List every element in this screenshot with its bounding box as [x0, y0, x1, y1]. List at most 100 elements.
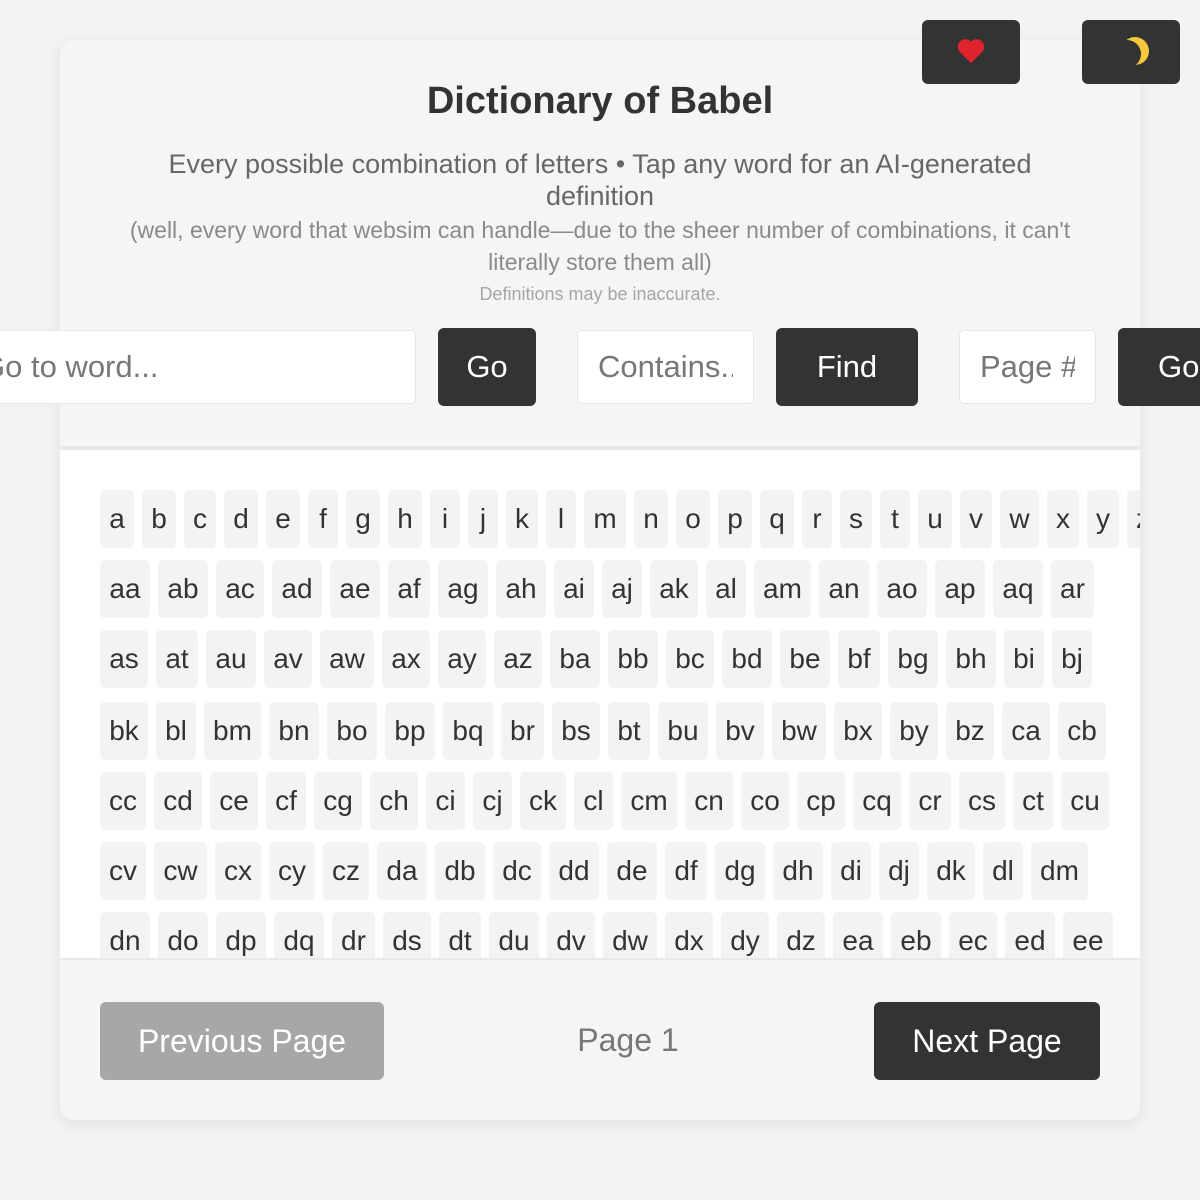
word-chip[interactable]: ai: [554, 560, 594, 618]
word-chip[interactable]: l: [546, 490, 576, 548]
word-chip[interactable]: aw: [320, 630, 374, 688]
word-chip[interactable]: a: [100, 490, 134, 548]
word-chip[interactable]: ad: [272, 560, 322, 618]
word-chip[interactable]: bo: [327, 702, 377, 760]
word-chip[interactable]: av: [264, 630, 312, 688]
word-chip[interactable]: do: [158, 912, 208, 958]
word-chip[interactable]: dr: [332, 912, 375, 958]
word-chip[interactable]: e: [266, 490, 300, 548]
word-chip[interactable]: y: [1087, 490, 1119, 548]
word-chip[interactable]: df: [665, 842, 707, 900]
word-chip[interactable]: ci: [426, 772, 465, 830]
word-chip[interactable]: ch: [370, 772, 418, 830]
word-chip[interactable]: ah: [496, 560, 546, 618]
word-chip[interactable]: cv: [100, 842, 146, 900]
word-chip[interactable]: as: [100, 630, 148, 688]
word-chip[interactable]: bu: [658, 702, 708, 760]
word-chip[interactable]: dq: [274, 912, 324, 958]
word-chip[interactable]: db: [435, 842, 485, 900]
word-chip[interactable]: dd: [549, 842, 599, 900]
word-chip[interactable]: t: [880, 490, 910, 548]
word-chip[interactable]: o: [676, 490, 710, 548]
contains-input[interactable]: [577, 330, 754, 404]
word-chip[interactable]: v: [960, 490, 992, 548]
word-chip[interactable]: bf: [838, 630, 880, 688]
word-chip[interactable]: d: [224, 490, 258, 548]
word-chip[interactable]: aa: [100, 560, 150, 618]
word-chip[interactable]: ec: [949, 912, 997, 958]
word-chip[interactable]: bc: [666, 630, 714, 688]
find-button[interactable]: Find: [776, 328, 918, 406]
word-chip[interactable]: dy: [721, 912, 769, 958]
word-chip[interactable]: bq: [443, 702, 493, 760]
word-chip[interactable]: bh: [946, 630, 996, 688]
word-chip[interactable]: cy: [269, 842, 315, 900]
word-chip[interactable]: ab: [158, 560, 208, 618]
word-chip[interactable]: al: [706, 560, 746, 618]
word-chip[interactable]: af: [388, 560, 430, 618]
word-chip[interactable]: dp: [216, 912, 266, 958]
word-chip[interactable]: bw: [772, 702, 826, 760]
word-chip[interactable]: q: [760, 490, 794, 548]
word-chip[interactable]: bg: [888, 630, 938, 688]
word-chip[interactable]: cd: [154, 772, 202, 830]
word-chip[interactable]: dk: [927, 842, 975, 900]
word-chip[interactable]: ak: [650, 560, 698, 618]
word-chip[interactable]: dm: [1031, 842, 1088, 900]
word-chip[interactable]: cn: [685, 772, 733, 830]
word-chip[interactable]: k: [506, 490, 538, 548]
word-chip[interactable]: bp: [385, 702, 435, 760]
word-chip[interactable]: c: [184, 490, 216, 548]
word-chip[interactable]: dw: [603, 912, 657, 958]
goto-page-button[interactable]: Go: [1118, 328, 1200, 406]
word-chip[interactable]: au: [206, 630, 256, 688]
word-chip[interactable]: ce: [210, 772, 258, 830]
word-chip[interactable]: dx: [665, 912, 713, 958]
word-chip[interactable]: ae: [330, 560, 380, 618]
word-chip[interactable]: r: [802, 490, 832, 548]
word-chip[interactable]: n: [634, 490, 668, 548]
word-chip[interactable]: cg: [314, 772, 362, 830]
word-chip[interactable]: bz: [946, 702, 994, 760]
word-chip[interactable]: ar: [1051, 560, 1094, 618]
word-chip[interactable]: de: [607, 842, 657, 900]
word-chip[interactable]: cj: [473, 772, 512, 830]
favorite-button[interactable]: [922, 20, 1020, 84]
word-chip[interactable]: dj: [879, 842, 919, 900]
word-chip[interactable]: bn: [269, 702, 319, 760]
word-chip[interactable]: di: [831, 842, 871, 900]
word-chip[interactable]: ds: [383, 912, 431, 958]
word-chip[interactable]: z: [1127, 490, 1140, 548]
word-chip[interactable]: bv: [716, 702, 764, 760]
word-chip[interactable]: eb: [891, 912, 941, 958]
word-chip[interactable]: cq: [853, 772, 901, 830]
word-chip[interactable]: co: [741, 772, 789, 830]
page-number-input[interactable]: [959, 330, 1096, 404]
word-chip[interactable]: dl: [983, 842, 1023, 900]
word-chip[interactable]: bb: [608, 630, 658, 688]
word-chip[interactable]: dg: [715, 842, 765, 900]
word-chip[interactable]: cm: [621, 772, 677, 830]
word-chip[interactable]: an: [819, 560, 869, 618]
word-chip[interactable]: m: [584, 490, 626, 548]
word-chip[interactable]: ea: [833, 912, 883, 958]
word-chip[interactable]: br: [501, 702, 544, 760]
word-chip[interactable]: cl: [574, 772, 613, 830]
word-chip[interactable]: du: [489, 912, 539, 958]
word-chip[interactable]: cx: [215, 842, 261, 900]
word-chip[interactable]: be: [780, 630, 830, 688]
word-chip[interactable]: ay: [438, 630, 486, 688]
word-chip[interactable]: az: [494, 630, 542, 688]
word-chip[interactable]: g: [346, 490, 380, 548]
word-chip[interactable]: dh: [773, 842, 823, 900]
word-chip[interactable]: dz: [777, 912, 825, 958]
word-chip[interactable]: bt: [608, 702, 650, 760]
word-chip[interactable]: am: [754, 560, 811, 618]
word-chip[interactable]: cr: [909, 772, 951, 830]
word-chip[interactable]: u: [918, 490, 952, 548]
word-chip[interactable]: ac: [216, 560, 264, 618]
word-chip[interactable]: bi: [1004, 630, 1044, 688]
word-chip[interactable]: h: [388, 490, 422, 548]
word-chip[interactable]: bd: [722, 630, 772, 688]
word-chip[interactable]: dt: [439, 912, 481, 958]
